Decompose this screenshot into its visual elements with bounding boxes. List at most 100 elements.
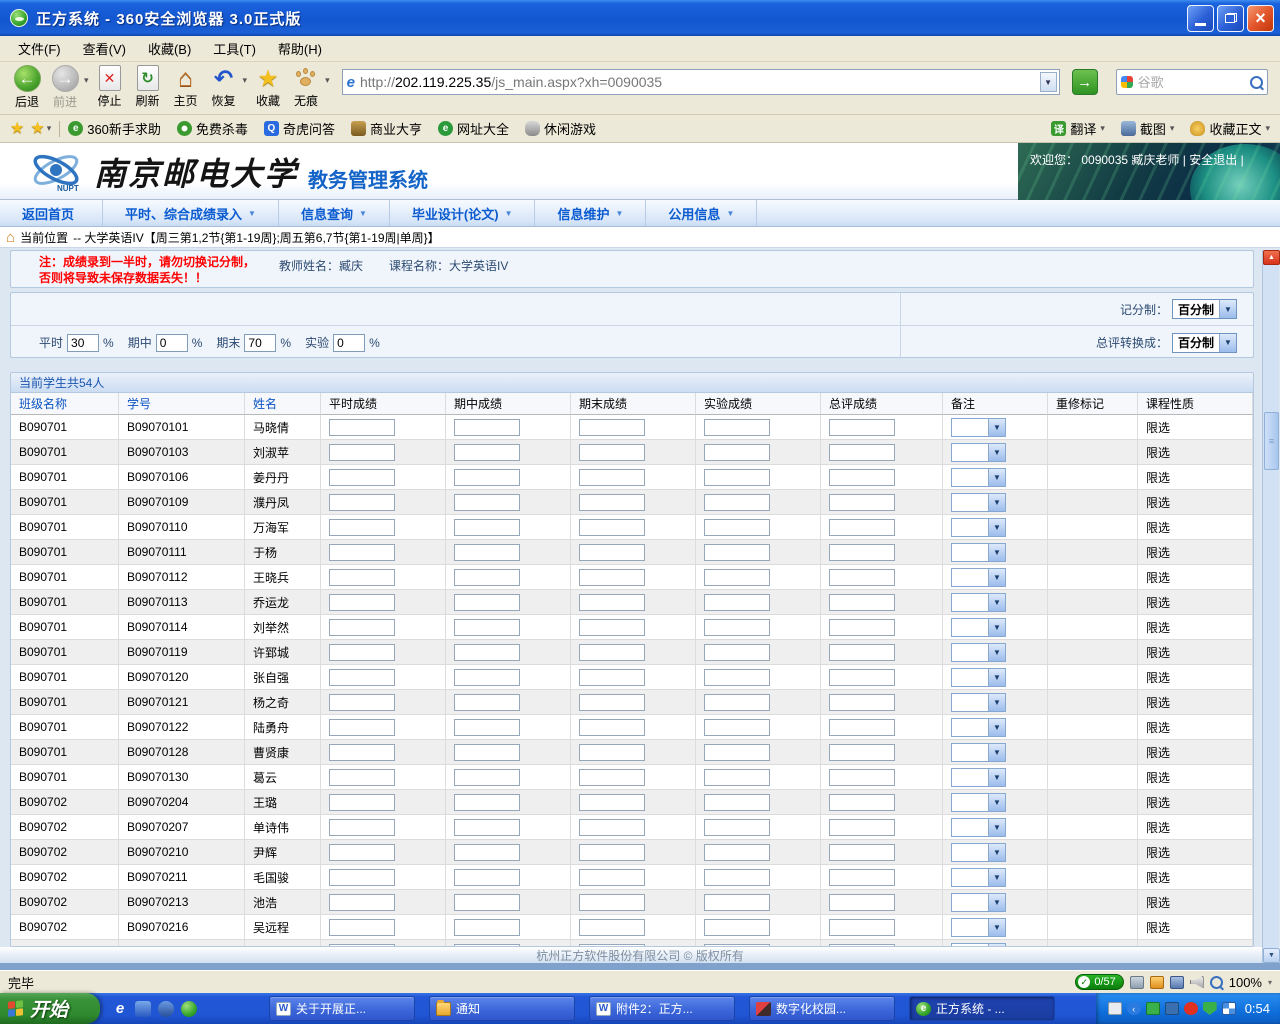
zoom-level[interactable]: 100% [1229,975,1262,990]
midterm-grade-input[interactable] [454,669,520,686]
midterm-grade-input[interactable] [454,719,520,736]
favorites-button[interactable]: ★ 收藏 [249,65,287,109]
total-grade-input[interactable] [829,919,895,936]
midterm-grade-input[interactable] [454,494,520,511]
total-grade-input[interactable] [829,444,895,461]
chevron-down-icon[interactable]: ▼ [988,819,1005,836]
total-grade-input[interactable] [829,544,895,561]
regular-grade-input[interactable] [329,444,395,461]
col-name[interactable]: 姓名 [245,393,321,415]
col-student-id[interactable]: 学号 [119,393,245,415]
chevron-down-icon[interactable]: ▼ [988,869,1005,886]
lab-grade-input[interactable] [704,894,770,911]
add-favorite-icon[interactable]: ★ [30,121,44,137]
final-grade-input[interactable] [579,419,645,436]
close-button[interactable]: × [1247,5,1274,32]
chevron-down-icon[interactable]: ▼ [988,669,1005,686]
regular-grade-input[interactable] [329,869,395,886]
remark-select[interactable]: ▼ [951,568,1006,587]
final-grade-input[interactable] [579,844,645,861]
midterm-grade-input[interactable] [454,694,520,711]
chevron-down-icon[interactable]: ▼ [988,719,1005,736]
favorites-dropdown-icon[interactable]: ▾ [47,123,52,134]
total-grade-input[interactable] [829,419,895,436]
final-grade-input[interactable] [579,594,645,611]
url-text[interactable]: http://202.119.225.35/js_main.aspx?xh=00… [360,74,1040,90]
chevron-down-icon[interactable]: ▼ [988,794,1005,811]
bookmark-casual-games[interactable]: 休闲游戏 [525,119,596,138]
start-button[interactable]: 开始 [0,993,100,1024]
incognito-button[interactable]: 无痕 [287,65,325,109]
total-grade-input[interactable] [829,569,895,586]
final-weight-input[interactable] [244,334,276,352]
vertical-scrollbar[interactable]: ▲ ≡ ▼ [1262,250,1279,963]
security-counter-badge[interactable]: ✓ 0/57 [1075,974,1123,990]
total-grade-input[interactable] [829,744,895,761]
quicklaunch-360-icon[interactable] [181,1001,197,1017]
midterm-grade-input[interactable] [454,569,520,586]
midterm-grade-input[interactable] [454,869,520,886]
midterm-grade-input[interactable] [454,919,520,936]
lab-grade-input[interactable] [704,544,770,561]
regular-grade-input[interactable] [329,769,395,786]
quicklaunch-browser-icon[interactable] [135,1001,151,1017]
regular-grade-input[interactable] [329,594,395,611]
chevron-down-icon[interactable]: ▼ [988,544,1005,561]
chevron-down-icon[interactable]: ▼ [988,769,1005,786]
nav-item[interactable]: 公用信息 ▼ [646,200,757,226]
chevron-down-icon[interactable]: ▼ [988,519,1005,536]
lab-grade-input[interactable] [704,669,770,686]
final-grade-input[interactable] [579,519,645,536]
final-grade-input[interactable] [579,794,645,811]
remark-select[interactable]: ▼ [951,518,1006,537]
regular-grade-input[interactable] [329,669,395,686]
scale-select[interactable]: 百分制 ▼ [1172,299,1237,319]
midterm-grade-input[interactable] [454,444,520,461]
quicklaunch-ie-icon[interactable]: e [112,1001,128,1017]
remark-select[interactable]: ▼ [951,443,1006,462]
midterm-grade-input[interactable] [454,619,520,636]
remark-select[interactable]: ▼ [951,693,1006,712]
lab-grade-input[interactable] [704,919,770,936]
remark-select[interactable]: ▼ [951,818,1006,837]
zoom-dropdown-icon[interactable]: ▾ [1268,978,1272,987]
total-grade-input[interactable] [829,469,895,486]
total-grade-input[interactable] [829,819,895,836]
chevron-down-icon[interactable]: ▼ [1219,300,1236,318]
total-grade-input[interactable] [829,769,895,786]
search-box[interactable] [1116,69,1268,95]
regular-grade-input[interactable] [329,544,395,561]
midterm-grade-input[interactable] [454,794,520,811]
remark-select[interactable]: ▼ [951,418,1006,437]
lab-grade-input[interactable] [704,844,770,861]
midterm-weight-input[interactable] [156,334,188,352]
chevron-down-icon[interactable]: ▼ [988,744,1005,761]
regular-grade-input[interactable] [329,419,395,436]
lab-grade-input[interactable] [704,594,770,611]
chevron-down-icon[interactable]: ▼ [988,419,1005,436]
final-grade-input[interactable] [579,494,645,511]
lab-weight-input[interactable] [333,334,365,352]
regular-grade-input[interactable] [329,894,395,911]
lab-grade-input[interactable] [704,744,770,761]
computer-icon[interactable] [1130,976,1144,989]
midterm-grade-input[interactable] [454,544,520,561]
bookmark-business-tycoon[interactable]: 商业大亨 [351,119,422,138]
taskbar-window-folder[interactable]: 通知 [429,996,575,1021]
lab-grade-input[interactable] [704,794,770,811]
restore-dropdown-icon[interactable]: ▾ [243,75,248,86]
midterm-grade-input[interactable] [454,819,520,836]
total-grade-input[interactable] [829,594,895,611]
nav-item[interactable]: 返回首页 [0,200,103,226]
remark-select[interactable]: ▼ [951,793,1006,812]
chevron-down-icon[interactable]: ▼ [988,569,1005,586]
bookmark-qihoo-qa[interactable]: Q 奇虎问答 [264,119,335,138]
remark-select[interactable]: ▼ [951,893,1006,912]
bookmark-site-directory[interactable]: e 网址大全 [438,119,509,138]
final-grade-input[interactable] [579,919,645,936]
lab-grade-input[interactable] [704,619,770,636]
regular-grade-input[interactable] [329,644,395,661]
chevron-down-icon[interactable]: ▼ [1219,334,1236,352]
save-article-tool[interactable]: 收藏正文 ▾ [1190,119,1270,138]
nav-item[interactable]: 信息维护 ▼ [535,200,646,226]
